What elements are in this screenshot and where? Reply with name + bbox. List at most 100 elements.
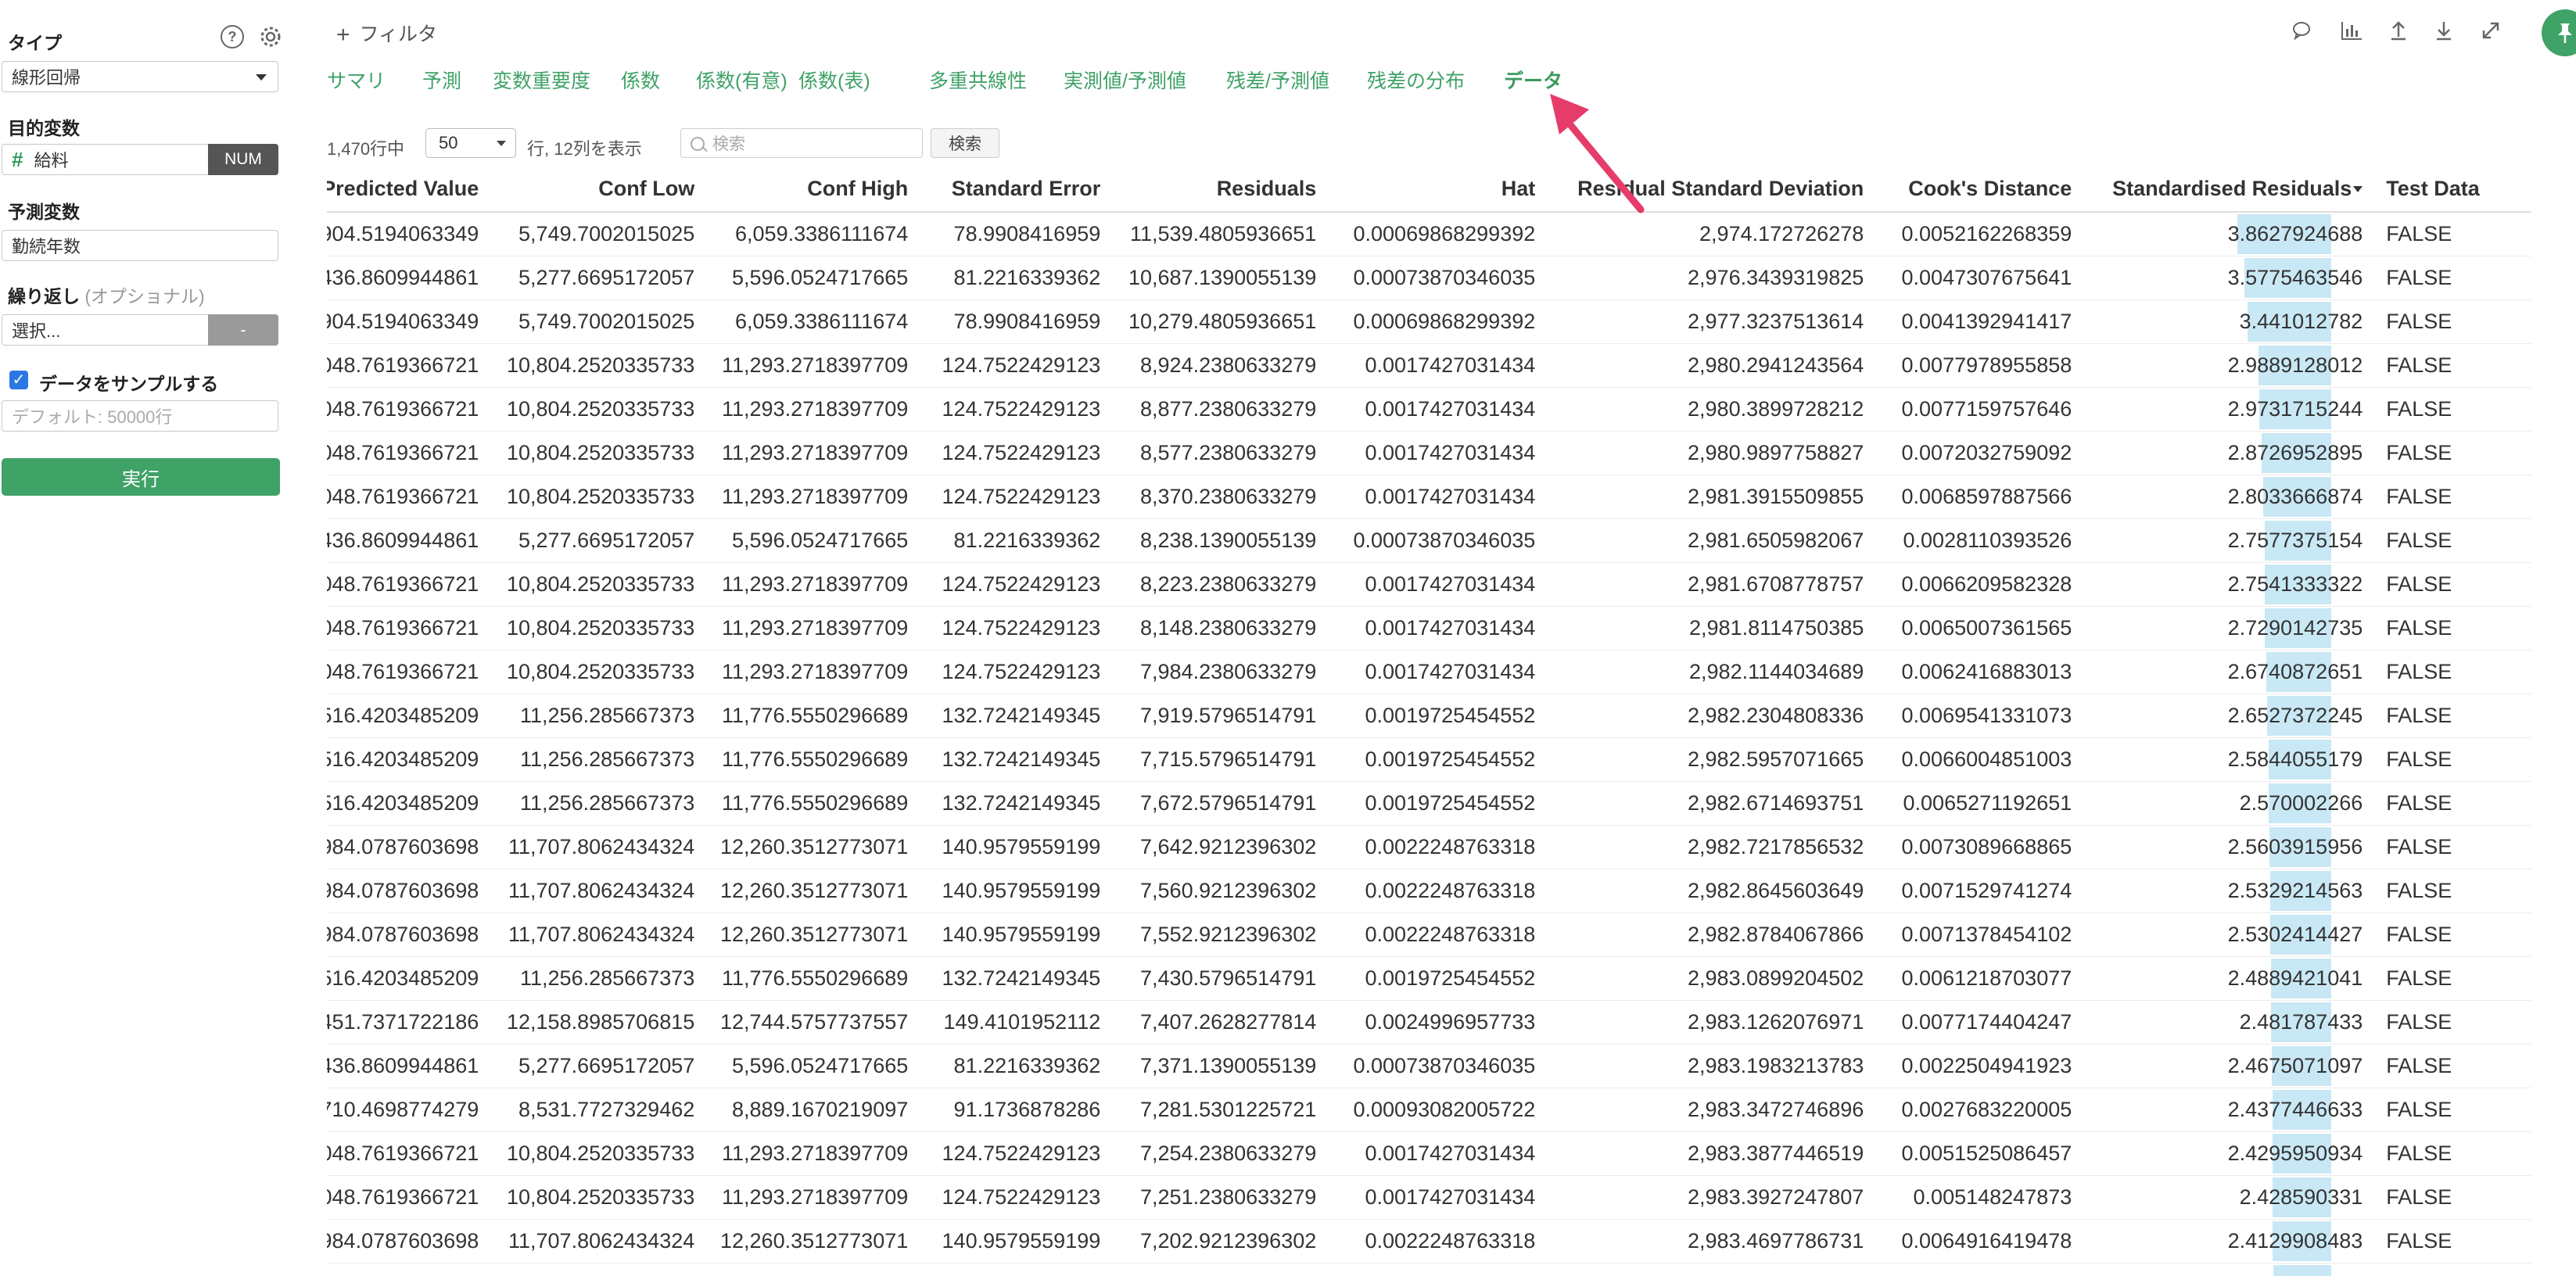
table-cell: 0.0062416883013 — [1876, 650, 2085, 694]
tab-6[interactable]: 多重共線性 — [929, 66, 1027, 94]
table-cell: 11,293.2718397709 — [707, 343, 921, 388]
table-row: 11,048.761936672110,804.252033573311,293… — [327, 431, 2532, 475]
table-cell: 0.0072032759092 — [1876, 431, 2085, 475]
share-icon[interactable] — [2385, 17, 2412, 44]
expand-icon[interactable] — [2477, 17, 2504, 44]
table-cell: 5,749.7002015025 — [491, 299, 708, 344]
tab-2[interactable]: 変数重要度 — [493, 66, 590, 94]
table-cell: 0.00073870346035 — [1329, 1044, 1548, 1088]
tab-0[interactable]: サマリ — [327, 66, 386, 94]
table-cell: 12,260.3512773071 — [707, 869, 921, 913]
table-cell: 12,260.3512773071 — [707, 1219, 921, 1263]
table-cell: 0.0065271192651 — [1876, 781, 2085, 826]
table-cell: 10,804.2520335733 — [491, 562, 708, 607]
gear-icon[interactable] — [258, 24, 283, 49]
chevron-down-icon — [256, 74, 267, 81]
table-cell: 78.9908416959 — [920, 212, 1114, 256]
tab-5[interactable]: 係数(表) — [798, 66, 870, 94]
page-size-select[interactable]: 50 — [425, 128, 516, 158]
table-cell: 0.0066004851003 — [1876, 737, 2085, 782]
table-cell: 2.4889421041 — [2084, 956, 2376, 1001]
predictor-variable-field[interactable]: 勤続年数 — [2, 230, 278, 261]
cell-value: 2.4675071097 — [2227, 1054, 2363, 1077]
table-cell: 11,293.2718397709 — [707, 606, 921, 651]
column-header-label: Standardised Residuals — [2112, 176, 2352, 200]
sort-desc-icon[interactable] — [2353, 186, 2363, 193]
tab-1[interactable]: 予測 — [422, 66, 461, 94]
column-header-cooks-distance[interactable]: Cook's Distance — [1876, 166, 2085, 213]
table-cell: 11,707.8062434324 — [491, 825, 708, 869]
table-cell: 0.005148247873 — [1876, 1175, 2085, 1220]
table-cell: 2.7541333322 — [2084, 562, 2376, 607]
table-cell: 11,984.0787603698 — [327, 912, 492, 957]
table-cell: 0.0071529741274 — [1876, 869, 2085, 913]
column-header-hat[interactable]: Hat — [1329, 166, 1548, 213]
table-cell: 11,256.285667373 — [491, 694, 708, 738]
column-header-label: Cook's Distance — [1908, 176, 2072, 200]
table-row: 11,984.078760369811,707.806243432412,260… — [327, 1219, 2532, 1263]
repeat-select[interactable]: 選択... - — [2, 314, 278, 346]
sample-size-input[interactable]: デフォルト: 50000行 — [2, 400, 278, 432]
table-cell: 124.7522429123 — [920, 650, 1114, 694]
column-header-predicted-value[interactable]: Predicted Value — [327, 166, 492, 213]
table-cell: 11,984.0787603698 — [327, 869, 492, 913]
column-header-residuals[interactable]: Residuals — [1113, 166, 1329, 213]
run-button[interactable]: 実行 — [2, 458, 280, 496]
table-cell: 5,596.0524717665 — [707, 518, 921, 563]
column-header-standard-error[interactable]: Standard Error — [920, 166, 1114, 213]
column-header-conf-low[interactable]: Conf Low — [491, 166, 708, 213]
table-row: 5,436.86099448615,277.66951720575,596.05… — [327, 518, 2532, 563]
data-table-container[interactable]: Predicted Value Conf Low Conf High Standard… — [327, 166, 2576, 1276]
column-header-label: Residuals — [1216, 176, 1317, 200]
cell-value: 2.6740872651 — [2227, 660, 2363, 683]
pin-button[interactable] — [2542, 9, 2576, 56]
tab-8[interactable]: 残差/予測値 — [1226, 66, 1329, 94]
table-cell: 10,804.2520335733 — [491, 1131, 708, 1176]
table-cell: 5,277.6695172057 — [491, 518, 708, 563]
table-cell: FALSE — [2375, 1088, 2532, 1132]
tab-9[interactable]: 残差の分布 — [1367, 66, 1465, 94]
add-filter-button[interactable]: + フィルタ — [336, 19, 437, 48]
column-header-test-data[interactable]: Test Data — [2375, 166, 2532, 213]
cell-value: 2.4295950934 — [2227, 1142, 2363, 1165]
question-circle-icon[interactable]: ? — [221, 25, 244, 48]
predictor-label: 予測変数 — [8, 202, 80, 222]
table-cell: 0.00073870346035 — [1329, 256, 1548, 300]
table-cell: 0.0019725454552 — [1329, 956, 1548, 1001]
table-cell: 2,981.8114750385 — [1548, 606, 1877, 651]
table-cell: 8,223.2380633279 — [1113, 562, 1329, 607]
table-cell: 0.0017427031434 — [1329, 1131, 1548, 1176]
table-cell: 5,904.5194063349 — [327, 299, 492, 344]
filter-label: フィルタ — [359, 23, 438, 45]
tab-7[interactable]: 実測値/予測値 — [1064, 66, 1186, 94]
table-cell: 124.7522429123 — [920, 606, 1114, 651]
comment-icon[interactable] — [2288, 17, 2315, 44]
search-button[interactable]: 検索 — [931, 128, 999, 158]
table-cell: 0.0077159757646 — [1876, 387, 2085, 432]
table-cell: 0.0028110393526 — [1876, 518, 2085, 563]
table-cell: 0.0065007361565 — [1876, 606, 2085, 651]
table-cell: FALSE — [2375, 606, 2532, 651]
search-input[interactable]: 検索 — [680, 128, 923, 158]
repeat-remove-button[interactable]: - — [208, 314, 278, 346]
table-cell: 0.0077174404247 — [1876, 1000, 2085, 1045]
table-cell: 11,048.7619366721 — [327, 562, 492, 607]
tab-3[interactable]: 係数 — [621, 66, 660, 94]
table-cell: 12,260.3512773071 — [707, 825, 921, 869]
data-table: Predicted Value Conf Low Conf High Standard… — [327, 166, 2532, 1276]
table-row: 11,048.761936672110,804.252033573311,293… — [327, 387, 2532, 432]
column-header-conf-high[interactable]: Conf High — [707, 166, 921, 213]
repeat-label-text: 繰り返し — [8, 286, 80, 306]
chart-icon[interactable] — [2338, 17, 2365, 44]
table-cell: 0.0052162268359 — [1876, 212, 2085, 256]
table-cell: FALSE — [2375, 212, 2532, 256]
table-cell: 7,642.9212396302 — [1113, 825, 1329, 869]
column-header-standardised-residuals[interactable]: Standardised Residuals — [2084, 166, 2376, 213]
sample-checkbox[interactable]: ✓ — [9, 371, 28, 389]
download-icon[interactable] — [2431, 17, 2457, 44]
target-variable-field[interactable]: # 給料 NUM — [2, 144, 278, 175]
table-cell: 2.4129908483 — [2084, 1219, 2376, 1263]
table-cell: 7,251.2380633279 — [1113, 1175, 1329, 1220]
model-type-select[interactable]: 線形回帰 — [2, 61, 278, 92]
tab-4[interactable]: 係数(有意) — [696, 66, 788, 94]
